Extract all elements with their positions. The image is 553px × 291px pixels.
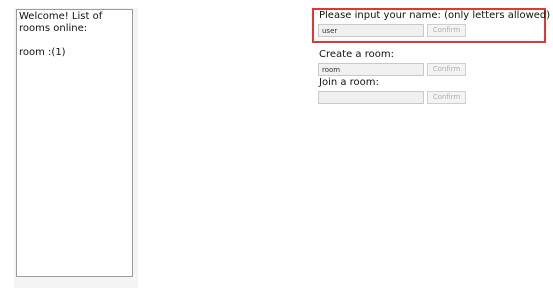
rooms-sidebar: Welcome! List of rooms online: room :(1) — [16, 9, 133, 277]
create-room-input[interactable] — [318, 63, 424, 76]
room-list-item[interactable]: room :(1) — [19, 47, 130, 59]
name-input[interactable] — [318, 24, 424, 37]
create-room-label: Create a room: — [319, 49, 394, 60]
join-room-label: Join a room: — [319, 77, 379, 88]
name-label: Please input your name: (only letters al… — [319, 10, 551, 21]
name-confirm-button[interactable]: Confirm — [427, 24, 466, 37]
create-room-confirm-button[interactable]: Confirm — [427, 63, 466, 76]
join-room-input[interactable] — [318, 91, 424, 104]
welcome-text: Welcome! List of rooms online: — [19, 11, 103, 34]
join-room-confirm-button[interactable]: Confirm — [427, 91, 466, 104]
